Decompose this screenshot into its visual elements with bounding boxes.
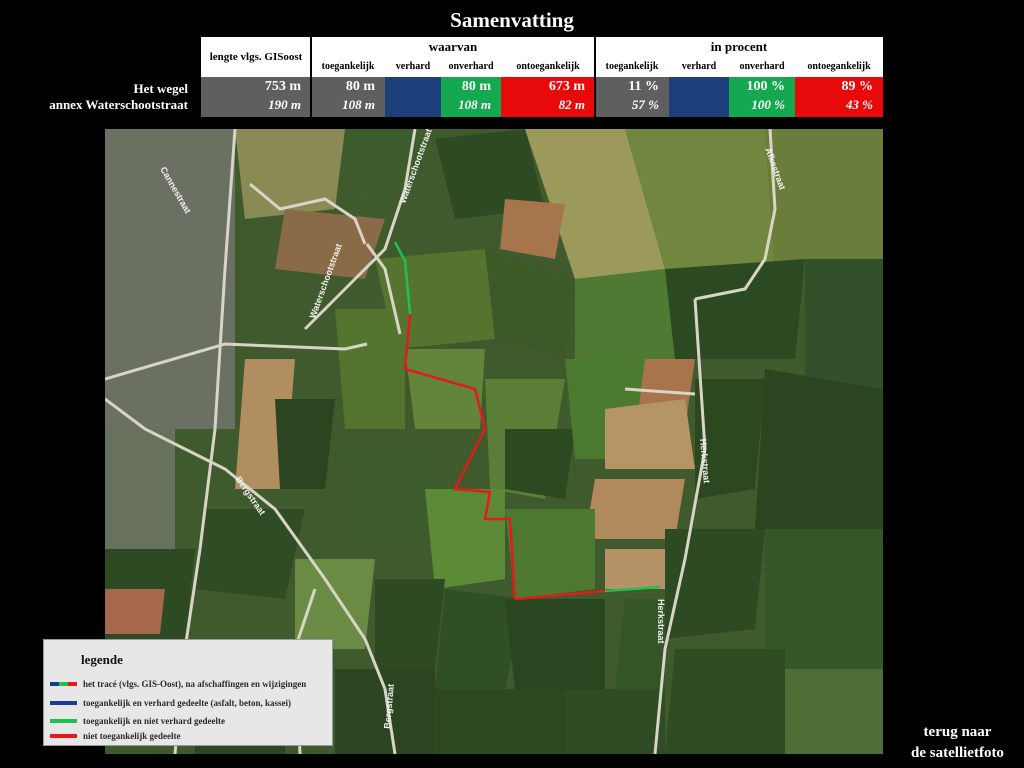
back-to-satellite-link[interactable]: terug naar de satellietfoto bbox=[895, 722, 1020, 764]
legend-swatch-mixed bbox=[50, 682, 77, 686]
pct-verhard-cell bbox=[669, 77, 729, 117]
pct-ontoegankelijk-value-2: 43 % bbox=[845, 97, 873, 112]
sub-header-pct-ontoegankelijk: ontoegankelijk bbox=[795, 57, 883, 77]
toegankelijk-value-2: 108 m bbox=[342, 97, 375, 112]
onverhard-value-1: 80 m bbox=[461, 79, 491, 94]
back-link-line2[interactable]: de satellietfoto bbox=[895, 743, 1020, 764]
onverhard-value-2: 108 m bbox=[458, 97, 491, 112]
pct-onverhard-value-1: 100 % bbox=[746, 79, 786, 94]
legend-item-inaccessible: niet toegankelijk gedeelte bbox=[50, 730, 180, 742]
waarvan-header: waarvan bbox=[311, 37, 595, 57]
length-cell: 753 m 190 m bbox=[201, 77, 311, 117]
legend-label: toegankelijk en verhard gedeelte (asfalt… bbox=[83, 698, 291, 708]
page-title: Samenvatting bbox=[450, 8, 574, 32]
legend-label: het tracé (vlgs. GIS-Oost), na afschaffi… bbox=[83, 679, 307, 689]
legend-swatch-green bbox=[50, 719, 77, 723]
sub-header-ontoegankelijk: ontoegankelijk bbox=[501, 57, 595, 77]
summary-table: lengte vlgs. GISoost waarvan in procent … bbox=[201, 37, 883, 117]
pct-toegankelijk-value-1: 11 % bbox=[628, 79, 659, 94]
length-header: lengte vlgs. GISoost bbox=[201, 37, 311, 77]
pct-toegankelijk-cell: 11 % 57 % bbox=[595, 77, 669, 117]
ontoegankelijk-value-1: 673 m bbox=[548, 79, 585, 94]
legend-title: legende bbox=[81, 652, 123, 667]
sub-header-pct-onverhard: onverhard bbox=[729, 57, 795, 77]
road-name-line2: annex Waterschootstraat bbox=[49, 97, 188, 112]
legend-swatch-red bbox=[50, 734, 77, 738]
divider bbox=[310, 37, 312, 117]
pct-onverhard-value-2: 100 % bbox=[751, 97, 785, 112]
pct-ontoegankelijk-cell: 89 % 43 % bbox=[795, 77, 883, 117]
pct-ontoegankelijk-value-1: 89 % bbox=[841, 79, 874, 94]
toegankelijk-cell: 80 m 108 m bbox=[311, 77, 385, 117]
sub-header-toegankelijk: toegankelijk bbox=[311, 57, 385, 77]
length-value-2: 190 m bbox=[268, 97, 301, 112]
legend-swatch-blue bbox=[50, 701, 77, 705]
sub-header-onverhard: onverhard bbox=[441, 57, 501, 77]
sub-header-pct-toegankelijk: toegankelijk bbox=[595, 57, 669, 77]
toegankelijk-value-1: 80 m bbox=[345, 79, 375, 94]
pct-toegankelijk-value-2: 57 % bbox=[631, 97, 659, 112]
road-name-line1: Het wegel bbox=[133, 81, 188, 96]
procent-header: in procent bbox=[595, 37, 883, 57]
pct-onverhard-cell: 100 % 100 % bbox=[729, 77, 795, 117]
legend-label: toegankelijk en niet verhard gedeelte bbox=[83, 716, 225, 726]
ontoegankelijk-cell: 673 m 82 m bbox=[501, 77, 595, 117]
street-label: Herkstraat bbox=[656, 599, 666, 644]
back-link-line1[interactable]: terug naar bbox=[895, 722, 1020, 743]
map-legend: legende het tracé (vlgs. GIS-Oost), na a… bbox=[43, 639, 333, 746]
divider bbox=[594, 37, 596, 117]
verhard-cell bbox=[385, 77, 441, 117]
legend-label: niet toegankelijk gedeelte bbox=[83, 731, 181, 741]
legend-item-route: het tracé (vlgs. GIS-Oost), na afschaffi… bbox=[50, 678, 306, 690]
onverhard-cell: 80 m 108 m bbox=[441, 77, 501, 117]
sub-header-verhard: verhard bbox=[385, 57, 441, 77]
legend-item-unpaved: toegankelijk en niet verhard gedeelte bbox=[50, 715, 225, 727]
legend-item-paved: toegankelijk en verhard gedeelte (asfalt… bbox=[50, 697, 291, 709]
sub-header-pct-verhard: verhard bbox=[669, 57, 729, 77]
ontoegankelijk-value-2: 82 m bbox=[558, 97, 585, 112]
length-value-1: 753 m bbox=[264, 79, 301, 94]
